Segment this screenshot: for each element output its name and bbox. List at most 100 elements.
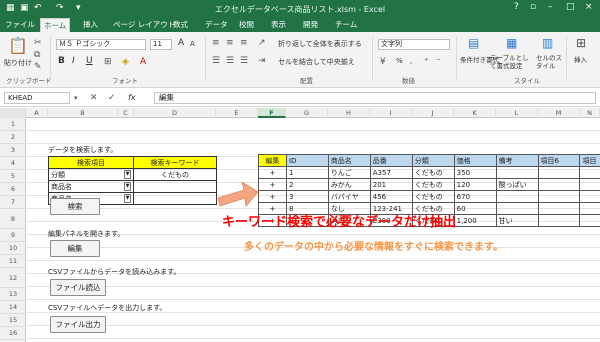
chevron-down-icon[interactable]: ▾ [74, 93, 78, 103]
table-cell[interactable] [537, 202, 581, 215]
table-header[interactable]: ID [285, 154, 329, 167]
copy-icon[interactable]: ⧉ [34, 50, 40, 60]
decrease-decimal-icon[interactable]: ⁻ [436, 57, 441, 67]
tab-team[interactable]: チーム [332, 18, 360, 32]
font-color-icon[interactable]: A [140, 57, 146, 67]
table-cell[interactable]: 2 [285, 178, 329, 191]
row-header[interactable]: 11 [0, 255, 26, 268]
align-left-icon[interactable]: ☰ [212, 56, 220, 66]
conditional-format-icon[interactable]: ▤ [468, 37, 479, 49]
table-cell[interactable]: 120 [453, 178, 497, 191]
merge-center-button[interactable]: セルを結合して中央揃え [278, 57, 355, 67]
row-header[interactable]: 10 [0, 242, 26, 255]
chevron-down-icon[interactable]: ▼ [124, 194, 131, 203]
file-export-button[interactable]: ファイル出力 [50, 316, 106, 333]
table-cell[interactable]: 670 [453, 190, 497, 203]
enter-icon[interactable]: ✓ [108, 93, 116, 103]
table-header[interactable]: 分類 [411, 154, 455, 167]
row-header[interactable]: 9 [0, 229, 26, 242]
column-header[interactable]: I [370, 108, 412, 118]
search-keyword-cell[interactable] [133, 192, 217, 205]
row-header[interactable]: 4 [0, 157, 26, 170]
row-header[interactable]: 12 [0, 268, 26, 288]
row-header[interactable]: 8 [0, 209, 26, 229]
orientation-icon[interactable]: ↗ [258, 38, 266, 48]
table-cell[interactable] [537, 214, 581, 227]
tab-developer[interactable]: 開発 [300, 18, 321, 32]
row-header[interactable]: 7 [0, 196, 26, 209]
table-cell[interactable]: 酸っぱい [495, 178, 539, 191]
insert-cells-icon[interactable]: ⊞ [576, 37, 586, 49]
column-header[interactable]: M [538, 108, 580, 118]
tab-home[interactable]: ホーム [40, 18, 71, 32]
column-header[interactable]: H [328, 108, 370, 118]
table-cell[interactable] [579, 202, 600, 215]
file-import-button[interactable]: ファイル読込 [50, 279, 106, 296]
row-header[interactable]: 3 [0, 144, 26, 157]
table-cell[interactable] [495, 166, 539, 179]
table-cell[interactable]: 甘い [495, 214, 539, 227]
tab-data[interactable]: データ [202, 18, 231, 32]
formula-input[interactable]: 編集 [154, 92, 596, 104]
table-cell[interactable]: くだもの [411, 166, 455, 179]
column-header[interactable]: D [134, 108, 216, 118]
cut-icon[interactable]: ✂ [34, 38, 42, 48]
column-header[interactable]: A [26, 108, 48, 118]
format-painter-icon[interactable]: ✎ [34, 62, 42, 72]
column-header[interactable]: B [48, 108, 118, 118]
table-header[interactable]: 品番 [369, 154, 413, 167]
table-cell[interactable]: 456 [369, 190, 413, 203]
chevron-down-icon[interactable]: ▼ [124, 170, 131, 179]
fill-color-icon[interactable]: ◈ [122, 57, 129, 67]
name-box[interactable]: KHEAD [4, 92, 70, 104]
row-header[interactable]: 14 [0, 301, 26, 314]
paste-icon[interactable]: 📋 [8, 38, 28, 54]
shrink-font-button[interactable]: A [190, 40, 195, 48]
font-name-select[interactable]: ＭＳ Ｐゴシック [56, 39, 146, 50]
table-cell[interactable] [537, 178, 581, 191]
align-center-icon[interactable]: ☰ [226, 56, 234, 66]
table-header[interactable]: 項目6 [537, 154, 581, 167]
select-all-corner[interactable] [0, 108, 26, 118]
edit-button[interactable]: 編集 [50, 240, 100, 257]
column-header[interactable]: N [580, 108, 600, 118]
close-button[interactable]: × [585, 2, 593, 12]
table-header[interactable]: 備考 [495, 154, 539, 167]
column-header[interactable]: L [496, 108, 538, 118]
chevron-down-icon[interactable]: ▼ [124, 182, 131, 191]
table-header[interactable]: 項目 [579, 154, 600, 167]
table-cell[interactable]: バパイヤ [327, 190, 371, 203]
expand-row-button[interactable]: + [258, 178, 287, 191]
table-cell[interactable] [537, 190, 581, 203]
italic-button[interactable]: I [72, 56, 75, 66]
insert-function-button[interactable]: fx [128, 93, 136, 102]
align-top-icon[interactable]: ≡ [212, 38, 220, 48]
format-as-table-icon[interactable]: ▦ [506, 37, 517, 49]
cancel-icon[interactable]: ✕ [90, 93, 98, 103]
insert-cells-button[interactable]: 挿入 [574, 54, 587, 64]
help-button[interactable]: ? [514, 2, 519, 12]
row-header[interactable]: 2 [0, 131, 26, 144]
table-cell[interactable] [537, 166, 581, 179]
tab-view[interactable]: 表示 [268, 18, 289, 32]
align-right-icon[interactable]: ☰ [240, 56, 248, 66]
table-cell[interactable]: 1,200 [453, 214, 497, 227]
column-header[interactable]: G [286, 108, 328, 118]
column-header-selected[interactable]: F [258, 108, 286, 118]
increase-decimal-icon[interactable]: ⁺ [424, 57, 429, 67]
bold-button[interactable]: B [58, 56, 65, 66]
table-cell[interactable] [579, 214, 600, 227]
expand-row-button[interactable]: + [258, 190, 287, 203]
cell-styles-icon[interactable]: ▥ [542, 37, 553, 49]
minimize-button[interactable]: – [548, 2, 553, 12]
wrap-text-button[interactable]: 折り返して全体を表示する [278, 39, 362, 49]
table-cell[interactable]: みかん [327, 178, 371, 191]
table-cell[interactable]: 1 [285, 166, 329, 179]
row-header[interactable]: 13 [0, 288, 26, 301]
column-header[interactable]: E [216, 108, 258, 118]
row-header[interactable]: 6 [0, 183, 26, 196]
table-header[interactable]: 商品名 [327, 154, 371, 167]
table-cell[interactable]: A357 [369, 166, 413, 179]
row-header[interactable]: 5 [0, 170, 26, 183]
table-cell[interactable]: 201 [369, 178, 413, 191]
